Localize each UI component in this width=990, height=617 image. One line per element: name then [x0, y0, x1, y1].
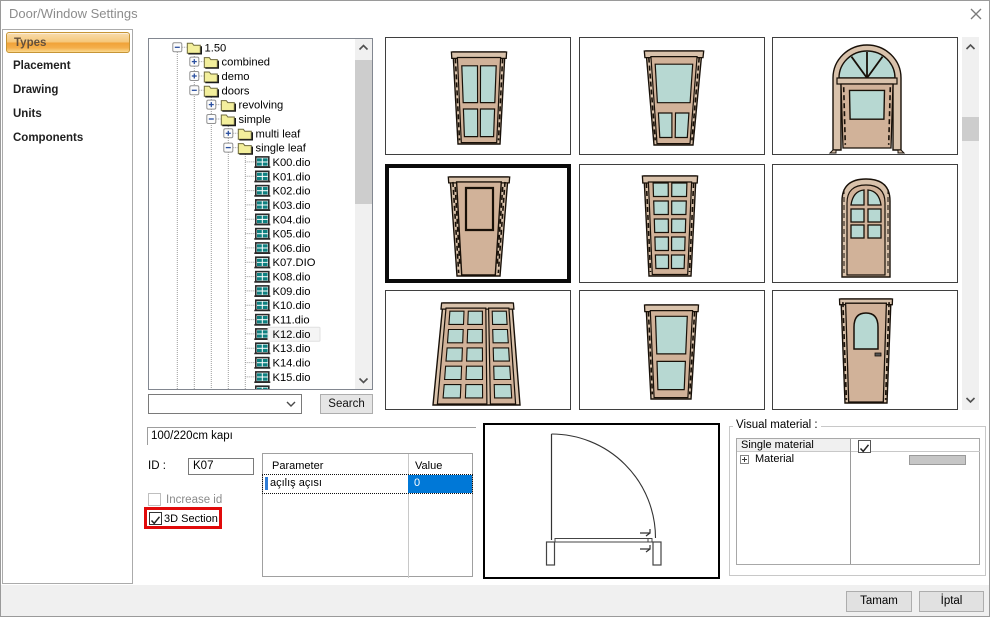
- svg-text:revolving: revolving: [239, 100, 284, 112]
- svg-text:doors: doors: [222, 85, 250, 97]
- svg-text:K01.dio: K01.dio: [273, 171, 311, 183]
- svg-text:K15.dio: K15.dio: [273, 372, 311, 384]
- svg-text:single leaf: single leaf: [256, 143, 307, 155]
- svg-text:K13.dio: K13.dio: [273, 343, 311, 355]
- svg-text:K07.DIO: K07.DIO: [273, 257, 316, 269]
- svg-text:K12.dio: K12.dio: [273, 329, 311, 341]
- svg-text:K04.dio: K04.dio: [273, 214, 311, 226]
- svg-text:K10.dio: K10.dio: [273, 300, 311, 312]
- svg-text:K02.dio: K02.dio: [273, 186, 311, 198]
- svg-text:combined: combined: [222, 57, 271, 69]
- svg-text:K09.dio: K09.dio: [273, 286, 311, 298]
- svg-text:simple: simple: [239, 114, 271, 126]
- svg-text:K05.dio: K05.dio: [273, 229, 311, 241]
- svg-text:K08.dio: K08.dio: [273, 272, 311, 284]
- svg-text:1.50: 1.50: [205, 42, 227, 54]
- svg-text:multi leaf: multi leaf: [256, 128, 302, 140]
- svg-text:K03.dio: K03.dio: [273, 200, 311, 212]
- svg-text:K14.dio: K14.dio: [273, 358, 311, 370]
- svg-text:K00.dio: K00.dio: [273, 157, 311, 169]
- svg-text:K11.dio: K11.dio: [273, 315, 310, 327]
- svg-text:demo: demo: [222, 71, 250, 83]
- svg-text:K06.dio: K06.dio: [273, 243, 311, 255]
